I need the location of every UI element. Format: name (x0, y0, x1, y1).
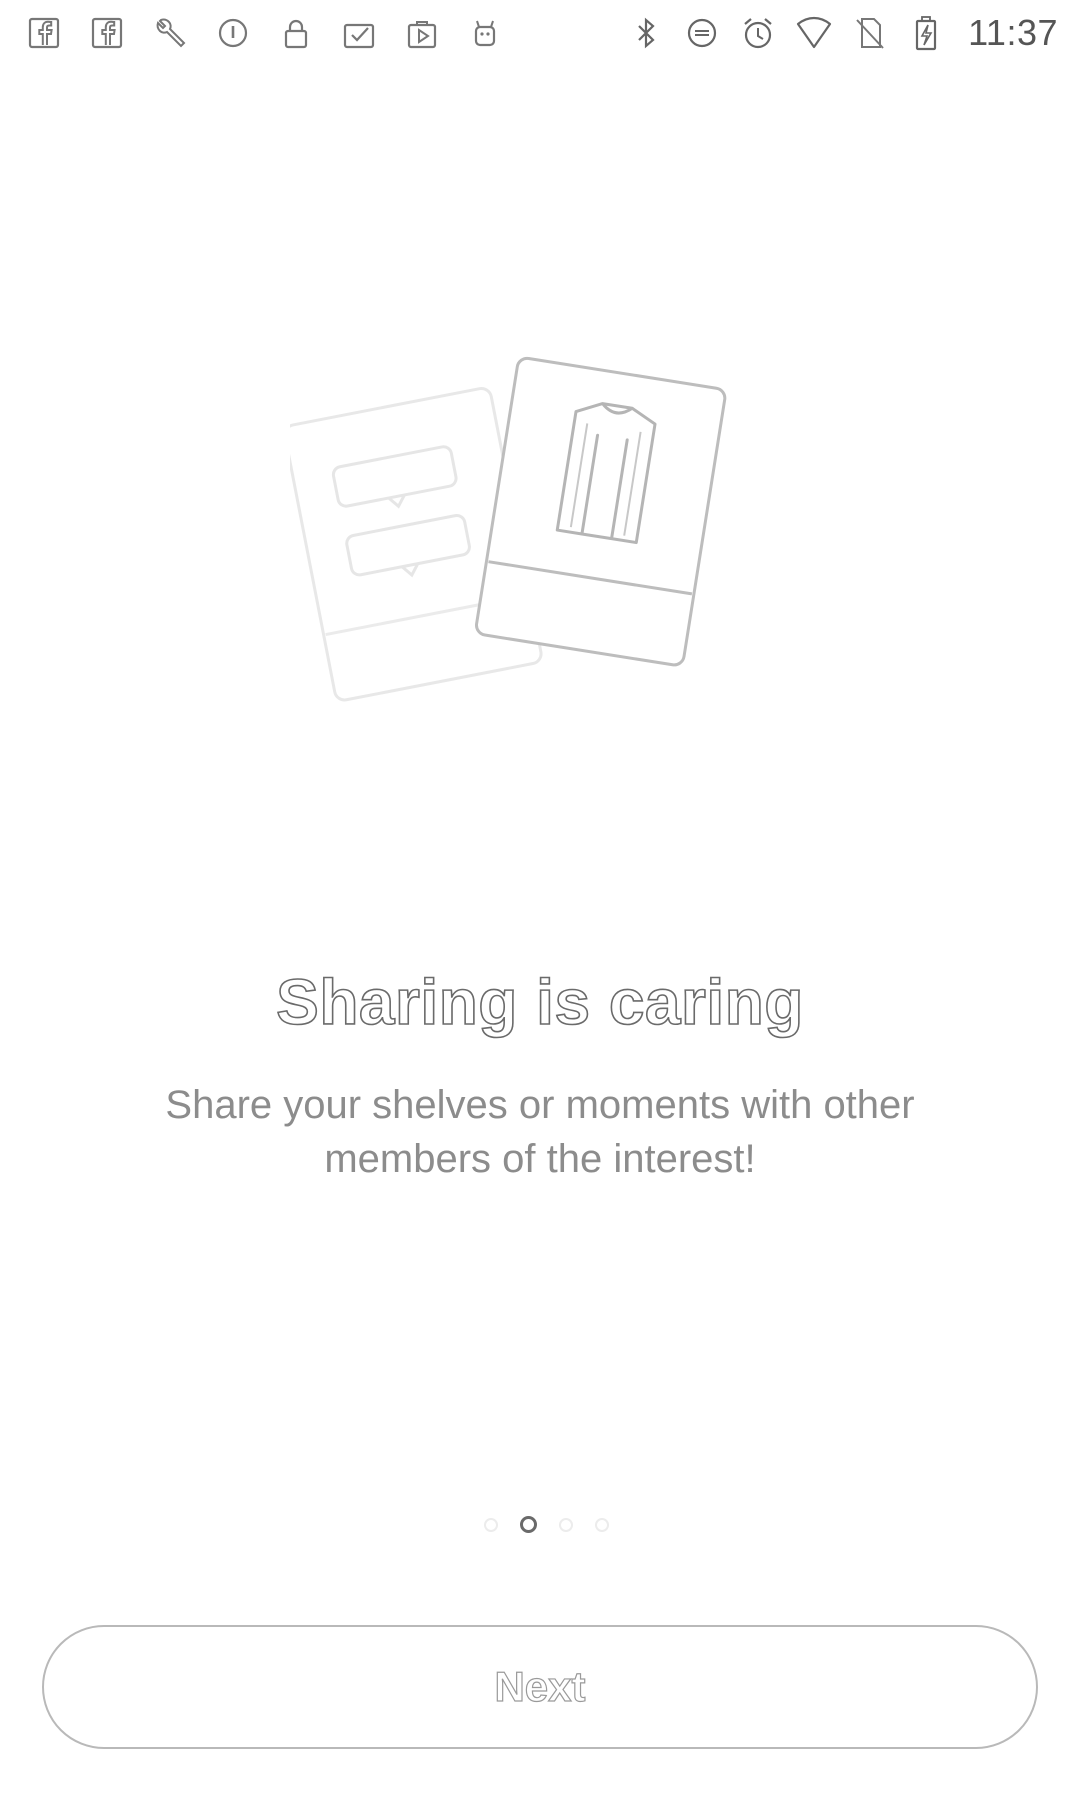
next-button[interactable]: Next (42, 1625, 1038, 1749)
bluetooth-icon (628, 15, 664, 51)
battery-charging-icon (908, 15, 944, 51)
task-icon (341, 15, 377, 51)
facebook-icon (89, 15, 125, 51)
wrench-icon (152, 15, 188, 51)
onboarding-subtitle: Share your shelves or moments with other… (90, 1078, 990, 1186)
page-indicator (0, 1516, 1080, 1533)
shared-cards-illustration (283, 355, 790, 715)
subtitle-line-1: Share your shelves or moments with other (165, 1083, 915, 1127)
notification-icons (26, 15, 530, 51)
subtitle-line-2: members of the interest! (324, 1137, 756, 1181)
system-status-icons: 11:37 (628, 12, 1058, 54)
lock-icon (278, 15, 314, 51)
alarm-icon (740, 15, 776, 51)
facebook-icon (26, 15, 62, 51)
page-dot-3[interactable] (558, 1517, 573, 1532)
play-store-icon (404, 15, 440, 51)
info-icon (215, 15, 251, 51)
next-button-label: Next (494, 1662, 586, 1710)
shirt-card-icon (474, 356, 727, 667)
page-dot-2[interactable] (519, 1516, 537, 1533)
no-sim-icon (852, 15, 888, 51)
onboarding-title: Sharing is caring (275, 965, 804, 1039)
page-dot-1[interactable] (483, 1517, 498, 1532)
android-icon (467, 15, 503, 51)
status-time: 11:37 (968, 12, 1058, 53)
do-not-disturb-icon (684, 15, 720, 51)
status-bar: 11:37 (0, 0, 1080, 66)
page-dot-4[interactable] (594, 1517, 609, 1532)
wifi-icon (796, 15, 832, 51)
